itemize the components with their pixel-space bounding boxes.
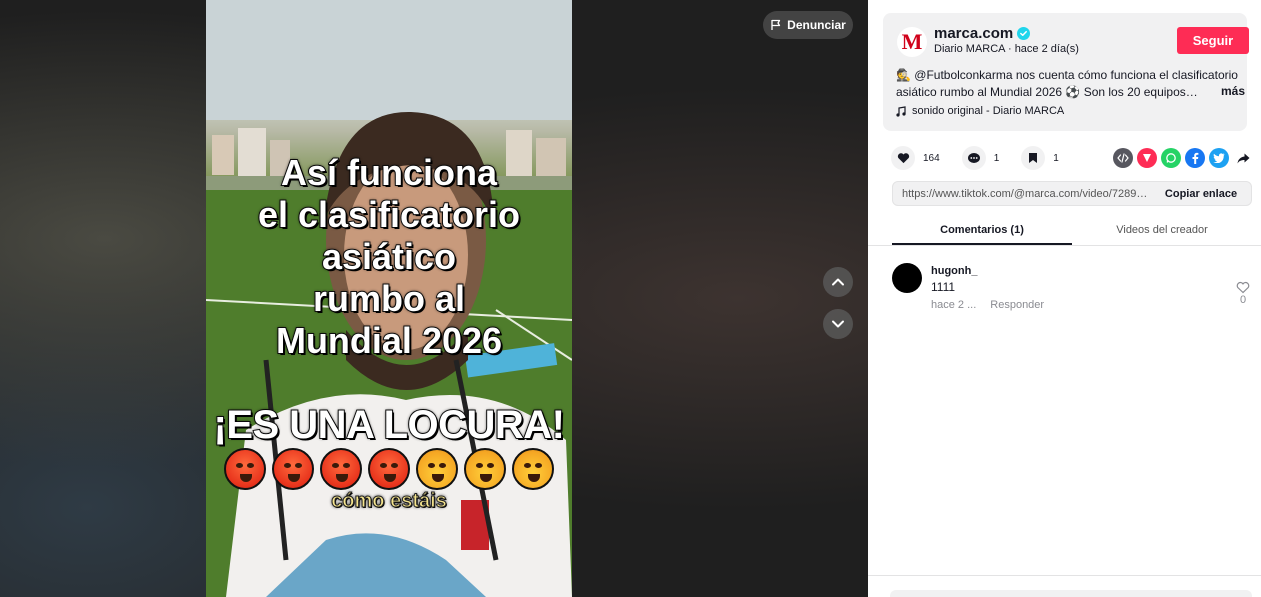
- comment-icon: [961, 146, 986, 170]
- tab-creator-videos[interactable]: Videos del creador: [1072, 218, 1252, 245]
- hot-face-icon: [320, 448, 362, 490]
- whatsapp-icon[interactable]: [1161, 148, 1181, 168]
- comment-username[interactable]: hugonh_: [931, 265, 977, 277]
- comment-bar-divider: [868, 575, 1261, 576]
- author-subline: Diario MARCA · hace 2 día(s): [934, 43, 1079, 55]
- chevron-down-icon: [832, 320, 844, 328]
- author-handle[interactable]: marca.com: [934, 25, 1031, 42]
- embed-icon[interactable]: [1113, 148, 1133, 168]
- video-info-card: M marca.com Diario MARCA · hace 2 día(s)…: [883, 13, 1249, 131]
- reply-button[interactable]: Responder: [990, 299, 1044, 311]
- report-label: Denunciar: [787, 18, 846, 32]
- flag-icon: [771, 19, 781, 30]
- comment-text: 1111: [931, 280, 956, 294]
- emoji-row: [224, 448, 554, 490]
- author-display-name: Diario MARCA: [934, 43, 1005, 55]
- send-icon[interactable]: [1137, 148, 1157, 168]
- facebook-icon[interactable]: [1185, 148, 1205, 168]
- video-title-overlay: Así funciona el clasificatorio asiático …: [206, 151, 572, 362]
- music-note-icon: [896, 105, 906, 117]
- video-url[interactable]: https://www.tiktok.com/@marca.com/video/…: [893, 188, 1151, 200]
- tab-comments[interactable]: Comentarios (1): [892, 218, 1072, 245]
- exploding-head-icon: [464, 448, 506, 490]
- video-stage: Denunciar: [0, 0, 868, 597]
- share-arrow-icon[interactable]: [1233, 148, 1253, 168]
- sound-label: sonido original - Diario MARCA: [912, 105, 1065, 117]
- hot-face-icon: [368, 448, 410, 490]
- hot-face-icon: [272, 448, 314, 490]
- heart-outline-icon: [1236, 281, 1250, 294]
- copy-link-button[interactable]: Copiar enlace: [1151, 188, 1251, 200]
- report-button[interactable]: Denunciar: [763, 11, 853, 39]
- chevron-up-icon: [832, 278, 844, 286]
- comment-count: 1: [993, 152, 1000, 164]
- next-video-button[interactable]: [823, 309, 853, 339]
- video-description: 🕵️ @Futbolconkarma nos cuenta cómo funci…: [896, 68, 1238, 99]
- follow-button[interactable]: Seguir: [1177, 27, 1249, 54]
- like-button[interactable]: 164: [891, 146, 940, 170]
- like-count: 164: [923, 152, 940, 164]
- engagement-stats: 164 1 1: [891, 146, 1081, 170]
- video-caption: cómo estáis: [331, 490, 448, 513]
- comment-like-count: 0: [1239, 294, 1247, 306]
- exploding-head-icon: [416, 448, 458, 490]
- comment-time: hace 2 ...: [931, 299, 977, 311]
- comment-button[interactable]: 1: [961, 146, 1000, 170]
- title-line: Mundial 2026: [275, 319, 503, 362]
- title-line: Así funciona: [280, 151, 498, 194]
- share-options: [1113, 148, 1253, 168]
- more-link[interactable]: más: [1221, 84, 1245, 98]
- subline-separator: ·: [1004, 43, 1015, 55]
- save-button[interactable]: 1: [1021, 146, 1059, 170]
- title-line: rumbo al: [312, 277, 466, 320]
- title-line: el clasificatorio: [257, 193, 521, 236]
- add-comment-input[interactable]: [890, 590, 1252, 597]
- hot-face-icon: [224, 448, 266, 490]
- previous-video-button[interactable]: [823, 267, 853, 297]
- comment-like-button[interactable]: 0: [1236, 281, 1250, 306]
- author-handle-text: marca.com: [934, 25, 1014, 42]
- verified-badge-icon: [1017, 27, 1031, 40]
- title-line: asiático: [321, 235, 457, 278]
- sound-link[interactable]: sonido original - Diario MARCA: [896, 105, 1064, 117]
- comment-meta: hace 2 ... Responder: [931, 299, 1044, 311]
- panel-tabs: Comentarios (1) Videos del creador: [892, 218, 1252, 245]
- details-panel: M marca.com Diario MARCA · hace 2 día(s)…: [868, 0, 1261, 597]
- video-link-box: https://www.tiktok.com/@marca.com/video/…: [892, 181, 1252, 206]
- bookmark-icon: [1021, 146, 1046, 170]
- post-time: hace 2 día(s): [1014, 43, 1079, 55]
- tabs-divider: [868, 245, 1261, 246]
- marca-logo: M: [901, 29, 923, 54]
- video-headline: ¡ES UNA LOCURA!: [213, 402, 567, 448]
- heart-icon: [891, 146, 915, 170]
- save-count: 1: [1053, 152, 1059, 164]
- twitter-icon[interactable]: [1209, 148, 1229, 168]
- comment-avatar[interactable]: [892, 263, 922, 293]
- video-player[interactable]: Así funciona el clasificatorio asiático …: [206, 0, 572, 597]
- author-avatar[interactable]: M: [897, 27, 927, 57]
- exploding-head-icon: [512, 448, 554, 490]
